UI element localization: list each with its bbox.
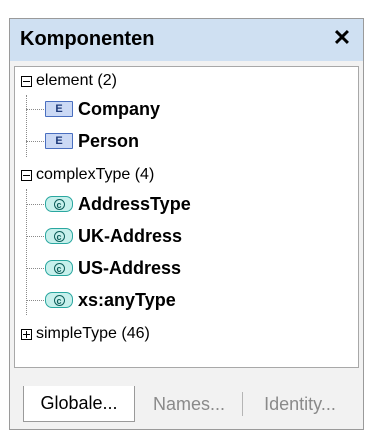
- tree-item-us-address[interactable]: c US-Address: [45, 254, 181, 282]
- tree-item-uk-address[interactable]: c UK-Address: [45, 222, 182, 250]
- component-tree[interactable]: element (2) E Company E Person complexTy…: [14, 66, 359, 368]
- collapse-icon[interactable]: [21, 75, 32, 87]
- complex-type-icon: c: [45, 228, 73, 244]
- expand-icon[interactable]: [21, 328, 32, 340]
- complex-type-icon: c: [45, 292, 73, 308]
- element-icon: E: [45, 101, 73, 117]
- complex-type-icon: c: [45, 196, 73, 212]
- panel-title: Komponenten: [20, 28, 155, 50]
- complex-type-icon: c: [45, 260, 73, 276]
- item-label: Person: [78, 130, 140, 151]
- tab-separator: [242, 392, 243, 416]
- tab-identity[interactable]: Identity...: [245, 386, 355, 422]
- item-label: UK-Address: [78, 225, 183, 246]
- tree-item-person[interactable]: E Person: [45, 127, 139, 155]
- tree-item-company[interactable]: E Company: [45, 95, 160, 123]
- item-label: xs:anyType: [78, 289, 176, 310]
- tree-group-complextype[interactable]: complexType (4): [21, 161, 154, 189]
- tree-item-xs-anytype[interactable]: c xs:anyType: [45, 286, 176, 314]
- collapse-icon[interactable]: [21, 169, 32, 181]
- group-label: complexType (4): [36, 166, 155, 183]
- panel-titlebar: Komponenten ✕: [10, 19, 363, 61]
- item-label: Company: [78, 98, 161, 119]
- close-icon[interactable]: ✕: [331, 25, 353, 51]
- components-panel: Komponenten ✕ element (2) E Company E Pe…: [9, 18, 364, 430]
- tree-group-simpletype[interactable]: simpleType (46): [21, 320, 150, 348]
- item-label: AddressType: [78, 193, 191, 214]
- tab-names[interactable]: Names...: [138, 386, 240, 422]
- tree-item-addresstype[interactable]: c AddressType: [45, 190, 191, 218]
- tab-globale[interactable]: Globale...: [23, 386, 135, 422]
- group-label: simpleType (46): [36, 325, 150, 342]
- panel-tabs: Globale... Names... Identity...: [10, 376, 363, 431]
- tree-group-element[interactable]: element (2): [21, 67, 117, 95]
- element-icon: E: [45, 133, 73, 149]
- item-label: US-Address: [78, 257, 182, 278]
- group-label: element (2): [36, 72, 117, 89]
